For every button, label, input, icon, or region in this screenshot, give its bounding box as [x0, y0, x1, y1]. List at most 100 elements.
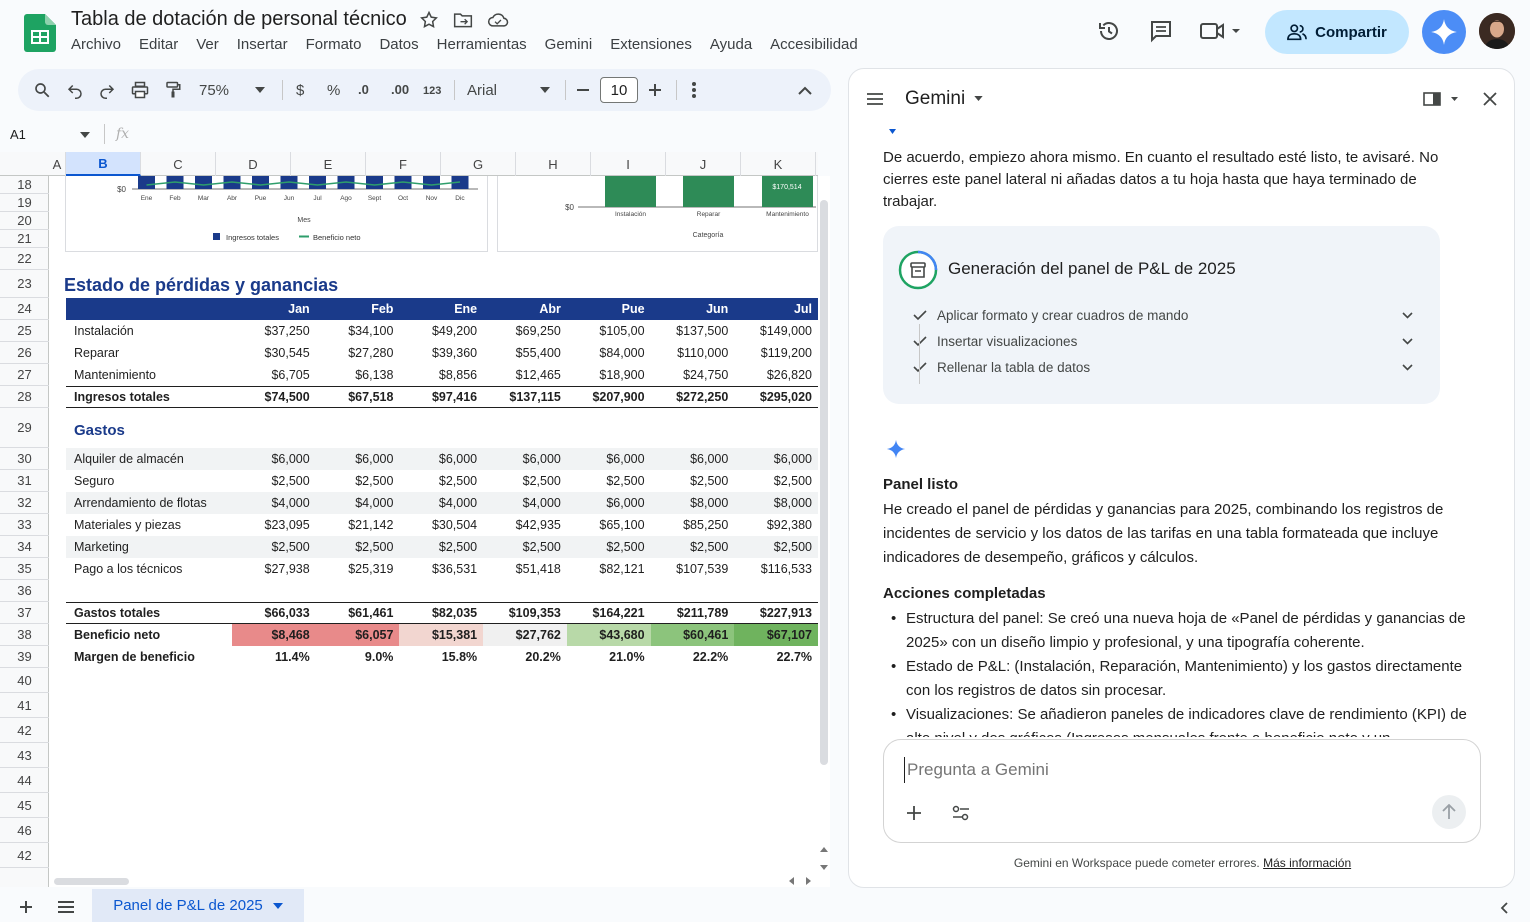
row-header[interactable]: 18 — [0, 176, 49, 194]
increase-decimal-button[interactable]: .00 — [391, 82, 409, 97]
share-button[interactable]: Compartir — [1265, 10, 1409, 54]
document-title[interactable]: Tabla de dotación de personal técnico — [71, 8, 407, 31]
value-cell[interactable]: $6,000 — [399, 452, 483, 466]
horizontal-scroll-thumb[interactable] — [54, 878, 129, 885]
menu-ayuda[interactable]: Ayuda — [710, 36, 752, 53]
value-cell[interactable]: $39,360 — [399, 346, 483, 360]
learn-more-link[interactable]: Más información — [1263, 856, 1351, 870]
column-header-e[interactable]: E — [291, 152, 366, 176]
column-header-a[interactable]: A — [49, 152, 66, 176]
scroll-up-icon[interactable] — [819, 843, 829, 855]
name-box-dropdown-icon[interactable] — [79, 130, 91, 140]
cell-area[interactable]: $0 Ene Feb Mar Abr Pue Jun Jul Ago Sept Oct Nov Dic M… — [50, 176, 818, 887]
value-cell[interactable]: 22.2% — [651, 650, 735, 664]
value-cell[interactable]: $211,789 — [651, 606, 735, 620]
row-header[interactable]: 19 — [0, 194, 49, 212]
row-header[interactable]: 24 — [0, 298, 49, 320]
value-cell[interactable]: $97,416 — [399, 390, 483, 404]
value-cell[interactable]: $6,138 — [316, 368, 400, 382]
chart-monthly[interactable]: $0 Ene Feb Mar Abr Pue Jun Jul Ago Sept Oct Nov Dic M… — [65, 176, 488, 252]
value-cell[interactable]: $21,142 — [316, 518, 400, 532]
scroll-right-icon[interactable] — [801, 876, 815, 886]
value-cell[interactable]: $107,539 — [651, 562, 735, 576]
value-cell[interactable]: $27,762 — [483, 624, 567, 646]
gemini-prompt-input[interactable] — [904, 757, 1444, 783]
value-cell[interactable]: $2,500 — [399, 474, 483, 488]
chevron-down-icon[interactable] — [1402, 364, 1413, 371]
value-cell[interactable]: $25,319 — [316, 562, 400, 576]
row-header[interactable]: 42 — [0, 718, 49, 743]
value-cell[interactable]: $26,820 — [734, 368, 818, 382]
value-cell[interactable]: $36,531 — [399, 562, 483, 576]
value-cell[interactable]: $2,500 — [567, 474, 651, 488]
collapse-side-panel-icon[interactable] — [1496, 899, 1512, 917]
value-cell[interactable]: $82,035 — [399, 606, 483, 620]
gemini-menu-icon[interactable] — [865, 89, 885, 109]
more-options-icon[interactable] — [684, 80, 704, 100]
font-size-input[interactable]: 10 — [600, 77, 638, 103]
value-cell[interactable]: $24,750 — [651, 368, 735, 382]
gemini-title-dropdown-icon[interactable] — [974, 96, 984, 102]
menu-gemini[interactable]: Gemini — [545, 36, 593, 53]
value-cell[interactable]: $2,500 — [483, 474, 567, 488]
value-cell[interactable]: $6,705 — [232, 368, 316, 382]
row-header[interactable]: 35 — [0, 558, 49, 580]
close-panel-icon[interactable] — [1479, 88, 1501, 110]
value-cell[interactable]: $92,380 — [734, 518, 818, 532]
row-header[interactable]: 20 — [0, 212, 49, 230]
value-cell[interactable]: $30,504 — [399, 518, 483, 532]
value-cell[interactable]: $2,500 — [734, 540, 818, 554]
scroll-down-icon[interactable] — [819, 861, 829, 873]
collapse-toolbar-icon[interactable] — [795, 80, 815, 100]
currency-format-button[interactable]: $ — [296, 82, 304, 99]
total-expenses-row[interactable]: Gastos totales $66,033 $61,461 $82,035 $109,… — [66, 602, 818, 624]
star-icon[interactable] — [418, 9, 440, 31]
value-cell[interactable]: Ene — [399, 302, 483, 316]
column-header-b[interactable]: B — [66, 152, 141, 176]
value-cell[interactable]: $2,500 — [316, 474, 400, 488]
value-cell[interactable]: $4,000 — [483, 496, 567, 510]
menu-extensiones[interactable]: Extensiones — [610, 36, 692, 53]
value-cell[interactable]: 22.7% — [734, 650, 818, 664]
value-cell[interactable]: $2,500 — [483, 540, 567, 554]
user-avatar[interactable] — [1479, 13, 1515, 49]
value-cell[interactable]: $69,250 — [483, 324, 567, 338]
value-cell[interactable]: $67,518 — [316, 390, 400, 404]
value-cell[interactable]: 15.8% — [399, 650, 483, 664]
value-cell[interactable]: $30,545 — [232, 346, 316, 360]
name-box[interactable]: A1 — [10, 127, 26, 142]
increase-font-size-icon[interactable] — [645, 80, 665, 100]
sheets-logo-icon[interactable] — [24, 14, 56, 52]
row-header[interactable]: 33 — [0, 514, 49, 536]
value-cell[interactable]: $15,381 — [399, 624, 484, 646]
value-cell[interactable]: $207,900 — [567, 390, 651, 404]
step-item[interactable]: Aplicar formato y crear cuadros de mando — [913, 308, 1413, 323]
row-header[interactable]: 40 — [0, 668, 49, 693]
value-cell[interactable]: $2,500 — [232, 540, 316, 554]
paint-format-icon[interactable] — [163, 80, 183, 100]
value-cell[interactable]: $27,938 — [232, 562, 316, 576]
all-sheets-icon[interactable] — [56, 897, 76, 917]
version-history-icon[interactable] — [1094, 16, 1124, 46]
percent-format-button[interactable]: % — [327, 82, 340, 99]
value-cell[interactable]: $42,935 — [483, 518, 567, 532]
value-cell[interactable]: $2,500 — [316, 540, 400, 554]
value-cell[interactable]: $2,500 — [651, 474, 735, 488]
value-cell[interactable]: $67,107 — [734, 624, 818, 646]
row-header[interactable]: 37 — [0, 602, 49, 624]
menu-herramientas[interactable]: Herramientas — [437, 36, 527, 53]
row-header[interactable]: 25 — [0, 320, 49, 342]
row-header[interactable]: 32 — [0, 492, 49, 514]
row-header[interactable]: 34 — [0, 536, 49, 558]
value-cell[interactable]: $116,533 — [734, 562, 818, 576]
value-cell[interactable]: $37,250 — [232, 324, 316, 338]
send-button[interactable] — [1432, 795, 1466, 829]
move-folder-icon[interactable] — [452, 9, 474, 31]
value-cell[interactable]: $55,400 — [483, 346, 567, 360]
print-icon[interactable] — [130, 80, 150, 100]
value-cell[interactable]: $34,100 — [316, 324, 400, 338]
value-cell[interactable]: $6,000 — [232, 452, 316, 466]
panel-layout-icon[interactable] — [1421, 88, 1461, 110]
value-cell[interactable]: Jun — [651, 302, 735, 316]
table-header-row[interactable]: Jan Feb Ene Abr Pue Jun Jul — [66, 298, 818, 320]
